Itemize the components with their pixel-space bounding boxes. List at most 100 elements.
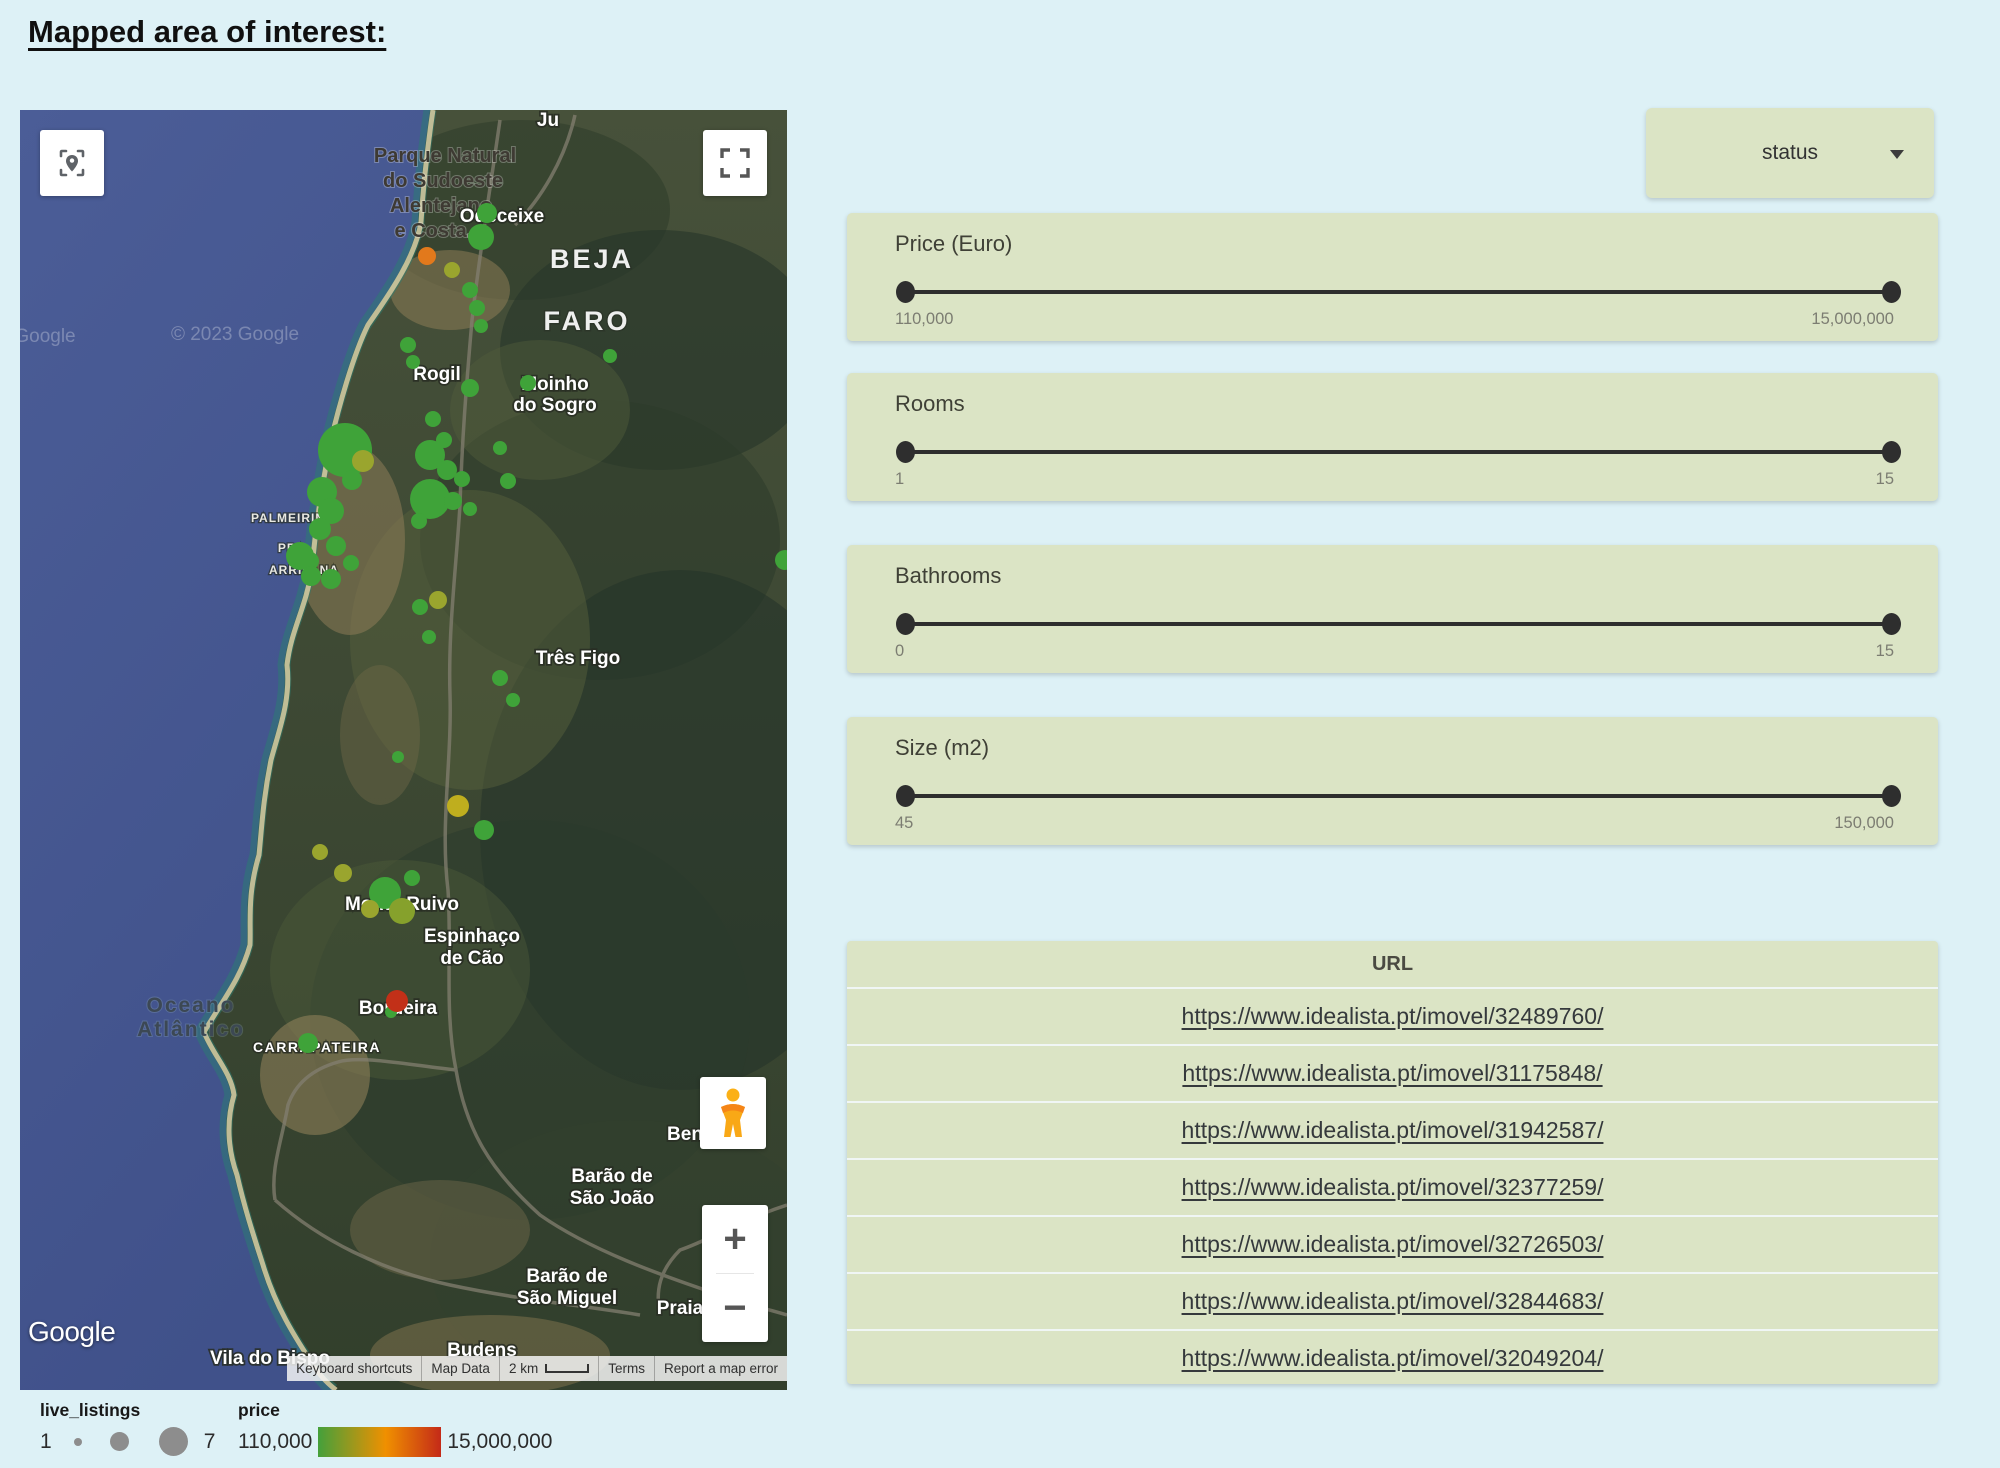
map-canvas[interactable]: Parque Naturaldo SudoesteAlentejanoe Cos…: [20, 110, 787, 1390]
bathrooms-slider-track[interactable]: [905, 613, 1892, 635]
listing-point[interactable]: [520, 375, 536, 391]
listing-point[interactable]: [462, 282, 478, 298]
listing-link[interactable]: https://www.idealista.pt/imovel/31175848…: [1182, 1060, 1602, 1087]
listing-point[interactable]: [301, 566, 321, 586]
listing-point[interactable]: [410, 479, 450, 519]
listing-point[interactable]: [461, 379, 479, 397]
listing-point[interactable]: [286, 542, 314, 570]
listing-point[interactable]: [321, 569, 341, 589]
listing-point[interactable]: [447, 795, 469, 817]
pegman-icon: [716, 1087, 750, 1139]
size-slider-handle-max[interactable]: [1882, 785, 1901, 807]
listing-point[interactable]: [474, 319, 488, 333]
size-legend-min: 1: [40, 1430, 52, 1454]
map[interactable]: Parque Naturaldo SudoesteAlentejanoe Cos…: [20, 110, 787, 1390]
price-slider-range: 110,000 15,000,000: [895, 310, 1894, 329]
listing-point[interactable]: [343, 555, 359, 571]
listing-point[interactable]: [425, 411, 441, 427]
rooms-slider-track[interactable]: [905, 441, 1892, 463]
my-location-button[interactable]: [40, 130, 104, 196]
map-data-link[interactable]: Map Data: [421, 1356, 499, 1381]
map-label: do Sogro: [513, 395, 596, 416]
listing-point[interactable]: [506, 693, 520, 707]
price-legend-title: price: [238, 1400, 552, 1421]
listing-link[interactable]: https://www.idealista.pt/imovel/32049204…: [1182, 1345, 1604, 1372]
listing-link[interactable]: https://www.idealista.pt/imovel/32489760…: [1182, 1003, 1604, 1030]
map-label: São João: [570, 1188, 654, 1209]
listing-point[interactable]: [469, 300, 485, 316]
keyboard-shortcuts-link[interactable]: Keyboard shortcuts: [287, 1356, 421, 1381]
map-label: Ben: [667, 1124, 703, 1145]
zoom-in-button[interactable]: +: [702, 1205, 768, 1273]
listing-point[interactable]: [412, 599, 428, 615]
listing-link[interactable]: https://www.idealista.pt/imovel/32377259…: [1182, 1174, 1604, 1201]
listing-point[interactable]: [418, 247, 436, 265]
fullscreen-icon: [720, 148, 750, 178]
size-slider-max: 150,000: [1834, 814, 1894, 833]
listing-point[interactable]: [411, 513, 427, 529]
listing-point[interactable]: [493, 441, 507, 455]
listing-point[interactable]: [342, 470, 362, 490]
listing-point[interactable]: [312, 844, 328, 860]
listing-point[interactable]: [298, 1033, 318, 1053]
table-row: https://www.idealista.pt/imovel/32844683…: [847, 1272, 1938, 1329]
listing-point[interactable]: [400, 337, 416, 353]
price-slider-handle-min[interactable]: [896, 281, 915, 303]
price-slider-track[interactable]: [905, 281, 1892, 303]
listing-link[interactable]: https://www.idealista.pt/imovel/32844683…: [1182, 1288, 1604, 1315]
terms-link[interactable]: Terms: [598, 1356, 654, 1381]
fullscreen-button[interactable]: [703, 130, 767, 196]
listing-point[interactable]: [404, 870, 420, 886]
listing-point[interactable]: [468, 224, 494, 250]
price-legend-row: 110,000 15,000,000: [238, 1427, 552, 1457]
map-attribution-bar: Keyboard shortcuts Map Data 2 km Terms R…: [287, 1356, 787, 1381]
listing-point[interactable]: [352, 450, 374, 472]
listing-point[interactable]: [406, 355, 420, 369]
listing-point[interactable]: [463, 502, 477, 516]
map-scale-label: 2 km: [509, 1361, 538, 1376]
listing-point[interactable]: [429, 591, 447, 609]
listing-point[interactable]: [334, 864, 352, 882]
rooms-slider-range: 1 15: [895, 470, 1894, 489]
size-slider-track[interactable]: [905, 785, 1892, 807]
bathrooms-slider-handle-max[interactable]: [1882, 613, 1901, 635]
listing-point[interactable]: [422, 630, 436, 644]
listing-point[interactable]: [492, 670, 508, 686]
status-dropdown[interactable]: status: [1646, 108, 1934, 198]
listing-point[interactable]: [500, 473, 516, 489]
listing-point[interactable]: [444, 262, 460, 278]
rooms-slider-min: 1: [895, 470, 904, 489]
url-table-rows: https://www.idealista.pt/imovel/32489760…: [847, 987, 1938, 1384]
report-map-error-link[interactable]: Report a map error: [654, 1356, 787, 1381]
url-table-header: URL: [847, 941, 1938, 987]
listing-point[interactable]: [389, 898, 415, 924]
zoom-out-button[interactable]: −: [702, 1274, 768, 1342]
map-label: Parque Natural: [374, 145, 516, 167]
map-label: Ju: [537, 110, 559, 131]
bathrooms-slider-min: 0: [895, 642, 904, 661]
listing-point[interactable]: [361, 900, 379, 918]
listing-point[interactable]: [477, 203, 497, 223]
listing-link[interactable]: https://www.idealista.pt/imovel/31942587…: [1182, 1117, 1604, 1144]
bathrooms-slider-handle-min[interactable]: [896, 613, 915, 635]
pegman-control[interactable]: [700, 1077, 766, 1149]
listing-point[interactable]: [386, 990, 408, 1012]
listing-point[interactable]: [309, 518, 331, 540]
price-slider-handle-max[interactable]: [1882, 281, 1901, 303]
size-slider-panel: Size (m2) 45 150,000: [847, 717, 1938, 845]
listing-point[interactable]: [392, 751, 404, 763]
rooms-slider-handle-max[interactable]: [1882, 441, 1901, 463]
listing-point[interactable]: [474, 820, 494, 840]
listing-point[interactable]: [603, 349, 617, 363]
listing-point[interactable]: [444, 492, 462, 510]
listing-point[interactable]: [326, 536, 346, 556]
size-slider-handle-min[interactable]: [896, 785, 915, 807]
rooms-slider-handle-min[interactable]: [896, 441, 915, 463]
map-label: Odeceixe: [460, 206, 545, 227]
size-legend-max: 7: [204, 1430, 216, 1454]
listing-point[interactable]: [437, 460, 457, 480]
listing-point[interactable]: [454, 471, 470, 487]
rooms-slider-max: 15: [1876, 470, 1894, 489]
listing-link[interactable]: https://www.idealista.pt/imovel/32726503…: [1182, 1231, 1604, 1258]
map-label: © 2023 Google: [171, 324, 299, 345]
